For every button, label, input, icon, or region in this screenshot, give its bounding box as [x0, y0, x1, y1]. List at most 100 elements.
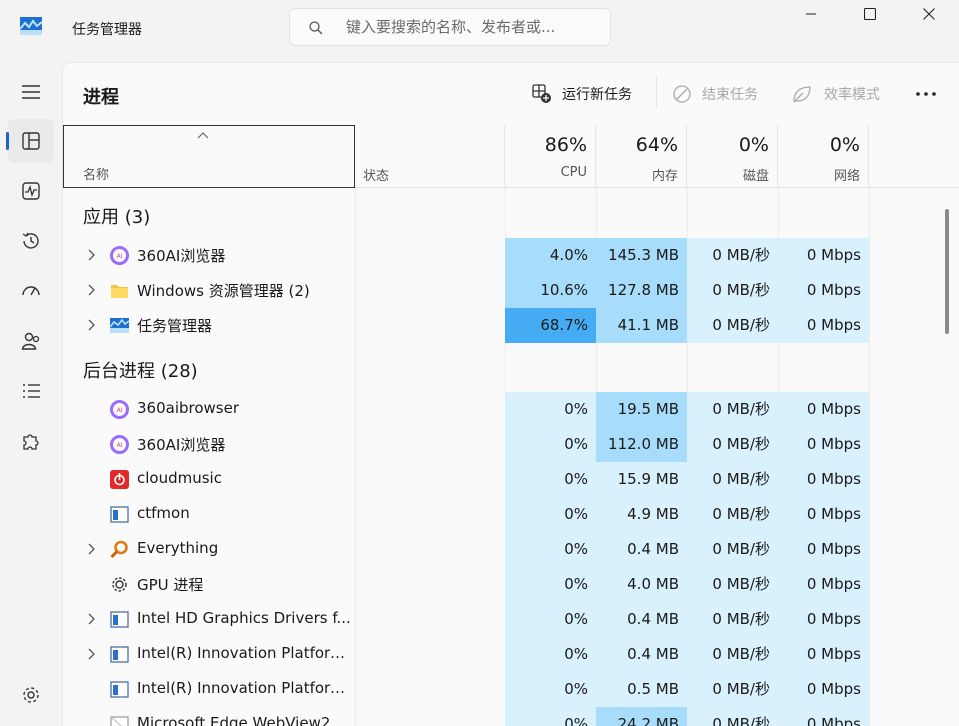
cpu-cell: 0% — [505, 497, 596, 532]
chevron-right-icon[interactable] — [87, 648, 95, 660]
nav-processes[interactable] — [6, 119, 54, 163]
end-task-button[interactable]: 结束任务 — [672, 81, 758, 107]
disk-cell: 0 MB/秒 — [687, 602, 778, 637]
column-label-disk: 磁盘 — [742, 169, 769, 184]
network-cell: 0 Mbps — [778, 532, 869, 567]
hamburger-icon — [22, 85, 40, 99]
process-name: Everything — [137, 539, 219, 557]
nav-settings[interactable] — [8, 673, 54, 717]
efficiency-mode-button[interactable]: 效率模式 — [792, 81, 880, 107]
process-row[interactable]: GPU 进程 0% 4.0 MB 0 MB/秒 0 Mbps — [63, 567, 869, 602]
memory-cell: 127.8 MB — [596, 273, 687, 308]
cpu-cell: 0% — [505, 637, 596, 672]
processes-icon — [22, 132, 40, 150]
column-header-name[interactable]: 名称 — [63, 125, 355, 188]
webview-icon — [110, 716, 129, 726]
close-button[interactable] — [906, 0, 952, 30]
cpu-cell: 4.0% — [505, 238, 596, 273]
memory-total: 64% — [635, 134, 678, 156]
column-header-cpu[interactable]: 86% CPU — [505, 125, 596, 188]
memory-cell: 15.9 MB — [596, 462, 687, 497]
nav-menu-button[interactable] — [8, 70, 54, 114]
process-name: Intel(R) Innovation Platform... — [137, 679, 352, 697]
360ai-browser-icon: AI — [110, 400, 129, 419]
performance-icon — [22, 182, 40, 200]
nav-performance[interactable] — [8, 169, 54, 213]
memory-cell: 0.4 MB — [596, 532, 687, 567]
process-row[interactable]: AI 360AI浏览器 4.0% 145.3 MB 0 MB/秒 0 Mbps — [63, 238, 869, 273]
process-name: Windows 资源管理器 (2) — [137, 282, 310, 300]
run-new-task-button[interactable]: 运行新任务 — [532, 81, 632, 107]
process-row[interactable]: AI 360AI浏览器 0% 112.0 MB 0 MB/秒 0 Mbps — [63, 427, 869, 462]
process-name: 360aibrowser — [137, 399, 240, 417]
process-row[interactable]: 任务管理器 68.7% 41.1 MB 0 MB/秒 0 Mbps — [63, 308, 869, 343]
chevron-right-icon[interactable] — [87, 543, 95, 555]
disk-cell: 0 MB/秒 — [687, 532, 778, 567]
disk-cell: 0 MB/秒 — [687, 238, 778, 273]
more-options-button[interactable] — [913, 85, 939, 103]
efficiency-mode-label: 效率模式 — [824, 87, 880, 103]
process-row[interactable]: ctfmon 0% 4.9 MB 0 MB/秒 0 Mbps — [63, 497, 869, 532]
network-cell: 0 Mbps — [778, 672, 869, 707]
network-cell: 0 Mbps — [778, 392, 869, 427]
process-name: Microsoft Edge WebView2 — [137, 714, 331, 726]
process-row[interactable]: Windows 资源管理器 (2) 10.6% 127.8 MB 0 MB/秒 … — [63, 273, 869, 308]
chevron-right-icon[interactable] — [87, 284, 95, 296]
svg-text:AI: AI — [117, 407, 123, 414]
minimize-button[interactable] — [788, 0, 834, 30]
column-header-memory[interactable]: 64% 内存 — [596, 125, 687, 188]
process-row[interactable]: Intel(R) Innovation Platform... 0% 0.4 M… — [63, 637, 869, 672]
process-row[interactable]: AI 360aibrowser 0% 19.5 MB 0 MB/秒 0 Mbps — [63, 392, 869, 427]
memory-cell: 0.5 MB — [596, 672, 687, 707]
section-background-title: 后台进程 (28) — [83, 361, 198, 382]
nav-users[interactable] — [8, 319, 54, 363]
nav-details[interactable] — [8, 369, 54, 413]
process-row[interactable]: Everything 0% 0.4 MB 0 MB/秒 0 Mbps — [63, 532, 869, 567]
vertical-scrollbar[interactable] — [945, 209, 949, 334]
360ai-browser-icon: AI — [110, 246, 129, 265]
run-new-task-label: 运行新任务 — [562, 87, 632, 103]
disk-cell: 0 MB/秒 — [687, 462, 778, 497]
process-row[interactable]: Intel HD Graphics Drivers f... 0% 0.4 MB… — [63, 602, 869, 637]
process-row[interactable]: Intel(R) Innovation Platform... 0% 0.5 M… — [63, 672, 869, 707]
cpu-cell: 0% — [505, 602, 596, 637]
network-cell: 0 Mbps — [778, 273, 869, 308]
users-icon — [21, 332, 40, 350]
page-title: 进程 — [83, 87, 119, 108]
run-new-task-icon — [532, 84, 551, 103]
360ai-browser-icon: AI — [110, 435, 129, 454]
network-cell: 0 Mbps — [778, 637, 869, 672]
column-header-status[interactable]: 状态 — [355, 125, 505, 188]
chevron-right-icon[interactable] — [87, 319, 95, 331]
column-label-cpu: CPU — [560, 165, 587, 180]
chevron-right-icon[interactable] — [87, 613, 95, 625]
search-icon — [308, 20, 324, 36]
title-bar: 任务管理器 — [0, 0, 959, 60]
cpu-total: 86% — [544, 134, 587, 156]
history-icon — [22, 232, 39, 249]
nav-services[interactable] — [8, 419, 54, 463]
column-label-name: 名称 — [83, 168, 110, 183]
end-task-label: 结束任务 — [702, 87, 758, 103]
nav-startup-apps[interactable] — [8, 269, 54, 313]
process-name: Intel(R) Innovation Platform... — [137, 644, 352, 662]
end-task-icon — [673, 85, 691, 103]
services-puzzle-icon — [23, 434, 39, 450]
chevron-right-icon[interactable] — [87, 249, 95, 261]
search-box[interactable] — [289, 8, 611, 46]
column-header-network[interactable]: 0% 网络 — [778, 125, 869, 188]
process-row[interactable]: cloudmusic 0% 15.9 MB 0 MB/秒 0 Mbps — [63, 462, 869, 497]
column-label-memory: 内存 — [651, 169, 678, 184]
maximize-button[interactable] — [847, 0, 893, 30]
network-cell: 0 Mbps — [778, 602, 869, 637]
search-input[interactable] — [346, 15, 596, 39]
network-cell: 0 Mbps — [778, 427, 869, 462]
nav-app-history[interactable] — [8, 219, 54, 263]
column-header-disk[interactable]: 0% 磁盘 — [687, 125, 778, 188]
disk-cell: 0 MB/秒 — [687, 637, 778, 672]
process-name: 360AI浏览器 — [137, 247, 226, 265]
column-label-status: 状态 — [363, 169, 390, 184]
network-cell: 0 Mbps — [778, 462, 869, 497]
toolbar-divider — [656, 75, 657, 109]
process-row[interactable]: Microsoft Edge WebView2 0% 24.2 MB 0 MB/… — [63, 707, 869, 726]
